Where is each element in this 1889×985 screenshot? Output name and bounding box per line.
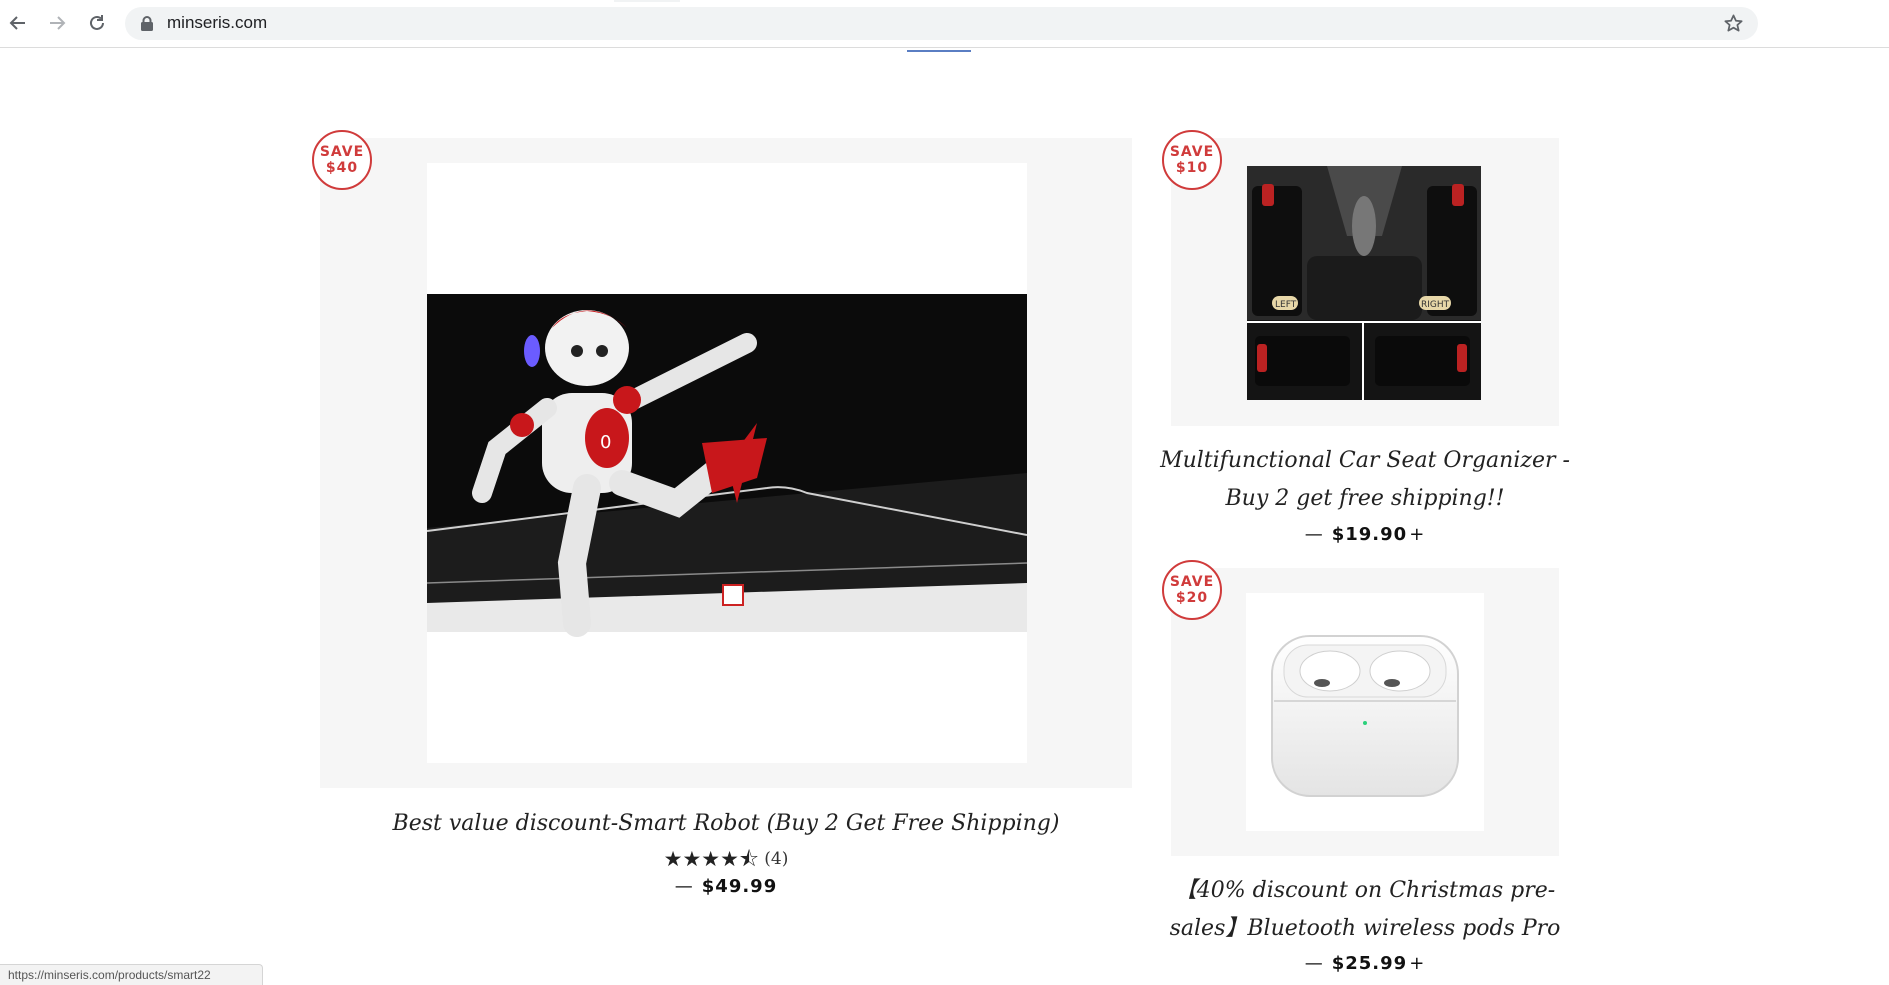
svg-text:0: 0 [600, 432, 611, 453]
badge-amount: $10 [1175, 160, 1209, 176]
robot-photo: 0 [427, 294, 1027, 637]
rating[interactable]: ★★★★⯪ (4) [320, 845, 1132, 880]
pods-photo [1271, 635, 1459, 797]
save-badge: SAVE $40 [312, 130, 372, 190]
bookmark-star-icon[interactable] [1723, 13, 1744, 34]
price-pods: — $25.99 + [1151, 953, 1579, 974]
price-robot: — $49.99 [320, 876, 1132, 897]
badge-label: SAVE [1169, 144, 1215, 160]
forward-button[interactable] [45, 11, 69, 35]
arrow-left-icon [9, 16, 25, 30]
star-rating-icon: ★★★★⯪ [663, 847, 759, 871]
lock-icon [141, 16, 153, 31]
price-value: $19.90 [1331, 524, 1408, 545]
price-dash: — [1304, 524, 1324, 545]
url-text: minseris.com [167, 13, 268, 32]
arrow-right-icon [50, 16, 66, 30]
address-bar[interactable]: minseris.com [125, 7, 1758, 40]
price-dash: — [1304, 953, 1324, 974]
badge-label: SAVE [319, 144, 365, 160]
price-organizer: — $19.90 + [1151, 524, 1579, 545]
right-label: RIGHT [1421, 300, 1450, 310]
reload-icon [90, 15, 104, 30]
product-title-robot[interactable]: Best value discount-Smart Robot (Buy 2 G… [320, 805, 1132, 843]
status-bar-url: https://minseris.com/products/smart22 [0, 964, 263, 985]
nav-active-underline [907, 50, 971, 52]
product-title-organizer[interactable]: Multifunctional Car Seat Organizer - Buy… [1151, 442, 1579, 518]
organizer-photo: LEFT RIGHT [1247, 166, 1481, 400]
price-dash: — [674, 876, 694, 897]
price-value: $25.99 [1331, 953, 1408, 974]
price-value: $49.99 [701, 876, 778, 897]
product-title-pods[interactable]: 【40% discount on Christmas pre- sales】Bl… [1151, 872, 1579, 948]
title-line: Multifunctional Car Seat Organizer - [1160, 448, 1570, 473]
left-label: LEFT [1275, 300, 1297, 310]
rating-count: (4) [764, 849, 789, 869]
title-line: Buy 2 get free shipping!! [1225, 486, 1505, 511]
product-card-organizer[interactable]: LEFT RIGHT [1171, 138, 1559, 426]
product-image-robot[interactable]: 0 [427, 163, 1027, 763]
price-suffix: + [1409, 524, 1426, 545]
back-button[interactable] [6, 11, 30, 35]
badge-label: SAVE [1169, 574, 1215, 590]
reload-button[interactable] [85, 11, 109, 35]
product-image-pods[interactable] [1246, 593, 1484, 831]
save-badge: SAVE $20 [1162, 560, 1222, 620]
product-card-pods[interactable] [1171, 568, 1559, 856]
price-suffix: + [1409, 953, 1426, 974]
product-image-organizer[interactable]: LEFT RIGHT [1247, 166, 1481, 400]
title-line: 【40% discount on Christmas pre- [1174, 878, 1556, 903]
tab-indicator [614, 0, 680, 2]
product-card-robot[interactable]: 0 [320, 138, 1132, 788]
browser-toolbar: minseris.com [0, 0, 1889, 48]
title-line: sales】Bluetooth wireless pods Pro [1169, 916, 1561, 941]
badge-amount: $20 [1175, 590, 1209, 606]
save-badge: SAVE $10 [1162, 130, 1222, 190]
badge-amount: $40 [325, 160, 359, 176]
